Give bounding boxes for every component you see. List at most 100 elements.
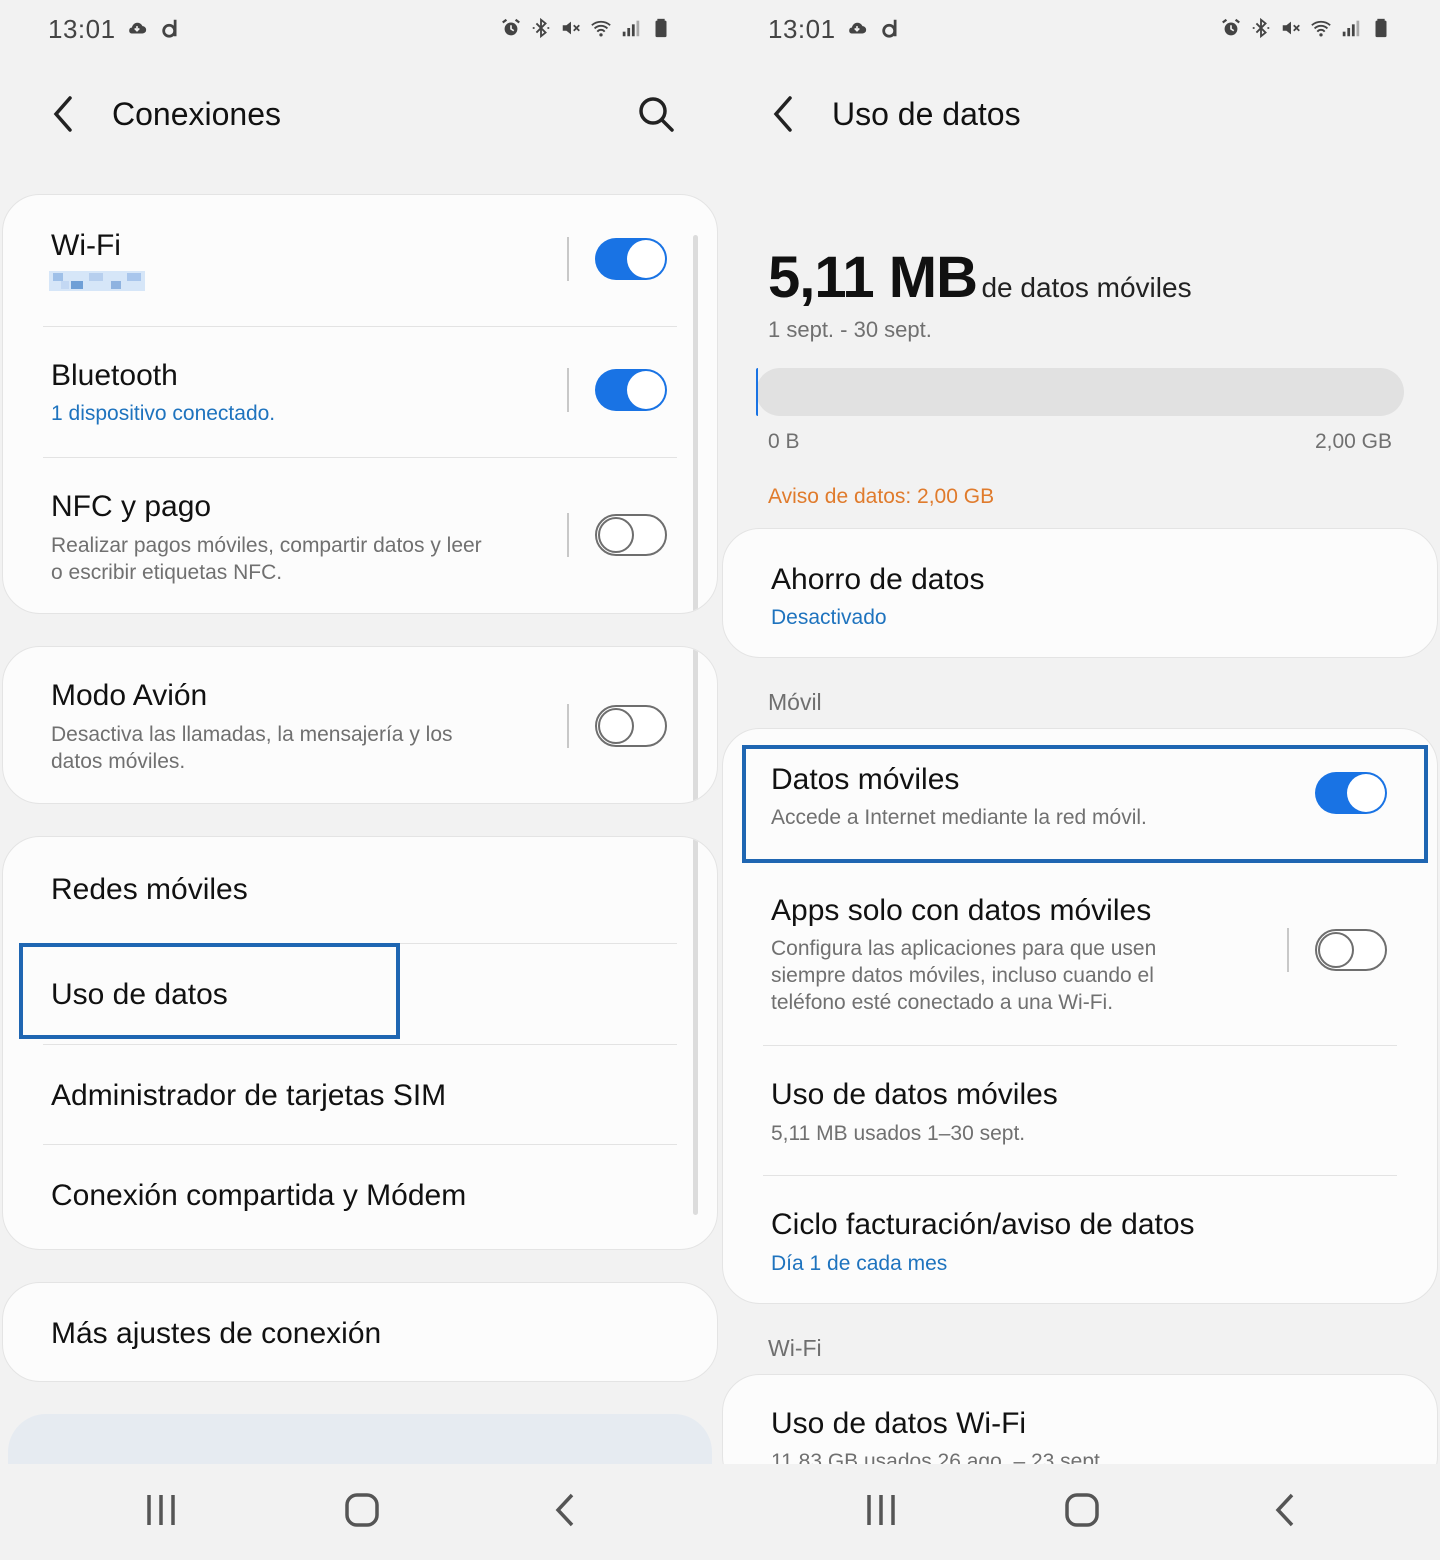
toggle-separator <box>567 368 569 412</box>
recent-apps-icon[interactable] <box>864 1492 898 1528</box>
bluetooth-icon <box>1252 17 1270 39</box>
usage-progress-bar <box>756 368 1404 416</box>
back-nav-icon[interactable] <box>1270 1492 1300 1528</box>
nfc-toggle[interactable] <box>595 514 667 556</box>
more-settings-card[interactable]: Más ajustes de conexión <box>2 1282 718 1382</box>
more-settings-label: Más ajustes de conexión <box>51 1317 382 1350</box>
mobile-data-highlight-box <box>742 745 1428 863</box>
status-left-icons <box>126 16 182 40</box>
airplane-description-1: Desactiva las llamadas, la mensajería y … <box>51 723 453 746</box>
page-title: Uso de datos <box>832 96 1021 132</box>
back-nav-icon[interactable] <box>550 1492 580 1528</box>
data-saver-label: Ahorro de datos <box>771 563 985 596</box>
data-usage-highlight-box <box>19 943 400 1039</box>
bluetooth-label: Bluetooth <box>51 359 178 392</box>
scrollbar[interactable] <box>693 235 698 613</box>
mute-icon <box>562 21 580 35</box>
toggle-separator <box>567 237 569 281</box>
network-card: Redes móviles Uso de datos Administrador… <box>2 836 718 1250</box>
airplane-toggle[interactable] <box>595 705 667 747</box>
usage-progress-fill <box>756 368 758 416</box>
navigation-bar <box>720 1464 1440 1560</box>
airplane-card: Modo Avión Desactiva las llamadas, la me… <box>2 646 718 804</box>
cloud-icon <box>849 22 867 34</box>
mobile-usage-label: Uso de datos móviles <box>771 1078 1058 1111</box>
navigation-bar <box>0 1464 720 1560</box>
billing-cycle-row[interactable]: Ciclo facturación/aviso de datos Día 1 d… <box>723 1176 1437 1303</box>
scrollbar[interactable] <box>693 837 698 1215</box>
nfc-description-2: o escribir etiquetas NFC. <box>51 561 283 584</box>
data-saver-card[interactable]: Ahorro de datos Desactivado <box>722 528 1438 658</box>
airplane-label: Modo Avión <box>51 679 208 712</box>
d-app-icon <box>162 19 177 38</box>
bluetooth-toggle[interactable] <box>595 369 667 411</box>
data-warning-label: Aviso de datos: 2,00 GB <box>768 485 995 508</box>
mobile-data-usage-row[interactable]: Uso de datos móviles 5,11 MB usados 1–30… <box>723 1046 1437 1176</box>
list-item-tethering[interactable]: Conexión compartida y Módem <box>3 1145 717 1249</box>
wifi-usage-label: Uso de datos Wi-Fi <box>771 1407 1027 1440</box>
recent-apps-icon[interactable] <box>144 1492 178 1528</box>
search-icon[interactable] <box>636 94 676 134</box>
cloud-icon <box>129 22 147 34</box>
tethering-label: Conexión compartida y Módem <box>51 1179 467 1212</box>
wifi-row[interactable]: Wi-Fi <box>3 195 717 326</box>
apps-only-toggle[interactable] <box>1315 929 1387 971</box>
bluetooth-icon <box>532 17 550 39</box>
apps-only-mobile-row[interactable]: Apps solo con datos móviles Configura la… <box>723 861 1437 1045</box>
home-icon[interactable] <box>1064 1492 1100 1528</box>
usage-bar-max: 2,00 GB <box>1314 430 1392 453</box>
signal-icon <box>1342 20 1360 37</box>
usage-amount-suffix: de datos móviles <box>981 272 1192 303</box>
nfc-row[interactable]: NFC y pago Realizar pagos móviles, compa… <box>3 458 717 613</box>
home-icon[interactable] <box>344 1492 380 1528</box>
mute-icon <box>1282 21 1300 35</box>
usage-summary: 5,11 MB de datos móviles <box>768 244 1192 311</box>
status-left-icons <box>846 16 902 40</box>
apps-only-description-3: teléfono esté conectado a una Wi-Fi. <box>771 991 1114 1014</box>
data-saver-status: Desactivado <box>771 606 887 629</box>
usage-period: 1 sept. - 30 sept. <box>768 317 932 342</box>
d-app-icon <box>882 19 897 38</box>
list-item-mobile-networks[interactable]: Redes móviles <box>3 837 717 943</box>
mobile-networks-label: Redes móviles <box>51 873 248 906</box>
battery-icon <box>655 18 667 38</box>
back-arrow-icon[interactable] <box>770 94 798 134</box>
airplane-row[interactable]: Modo Avión Desactiva las llamadas, la me… <box>3 647 717 803</box>
billing-cycle-label: Ciclo facturación/aviso de datos <box>771 1208 1195 1241</box>
signal-icon <box>622 20 640 37</box>
wifi-label: Wi-Fi <box>51 229 121 262</box>
wifi-icon <box>591 20 611 37</box>
status-right-icons <box>500 16 672 40</box>
apps-only-description-1: Configura las aplicaciones para que usen <box>771 937 1157 960</box>
usage-bar-min: 0 B <box>768 430 800 453</box>
nfc-label: NFC y pago <box>51 490 212 523</box>
sim-manager-label: Administrador de tarjetas SIM <box>51 1079 447 1112</box>
toggle-separator <box>567 704 569 748</box>
bluetooth-row[interactable]: Bluetooth 1 dispositivo conectado. <box>3 327 717 457</box>
nfc-description-1: Realizar pagos móviles, compartir datos … <box>51 534 482 557</box>
billing-cycle-value: Día 1 de cada mes <box>771 1252 948 1275</box>
status-right-icons <box>1220 16 1392 40</box>
data-usage-screen: 13:01 Uso de datos 5,11 MB de datos móvi… <box>720 0 1440 1560</box>
alarm-icon <box>502 18 520 36</box>
airplane-description-2: datos móviles. <box>51 750 186 773</box>
apps-only-label: Apps solo con datos móviles <box>771 894 1152 927</box>
mobile-usage-description: 5,11 MB usados 1–30 sept. <box>771 1122 1026 1145</box>
wifi-network-name-redacted <box>49 271 145 291</box>
status-time: 13:01 <box>768 14 836 44</box>
wifi-icon <box>1311 20 1331 37</box>
list-item-sim-manager[interactable]: Administrador de tarjetas SIM <box>3 1045 717 1145</box>
connections-screen: 13:01 Conexiones Wi-Fi Bluetooth 1 dispo… <box>0 0 720 1560</box>
toggle-separator <box>567 513 569 557</box>
status-time: 13:01 <box>48 14 116 44</box>
bluetooth-status: 1 dispositivo conectado. <box>51 402 276 425</box>
toggle-separator <box>1287 928 1289 972</box>
page-title: Conexiones <box>112 96 281 132</box>
wireless-card: Wi-Fi Bluetooth 1 dispositivo conectado.… <box>2 194 718 614</box>
battery-icon <box>1375 18 1387 38</box>
back-arrow-icon[interactable] <box>50 94 78 134</box>
scrollbar[interactable] <box>693 647 698 803</box>
section-wifi-label: Wi-Fi <box>768 1335 822 1361</box>
wifi-toggle[interactable] <box>595 238 667 280</box>
usage-amount: 5,11 MB <box>768 245 978 310</box>
